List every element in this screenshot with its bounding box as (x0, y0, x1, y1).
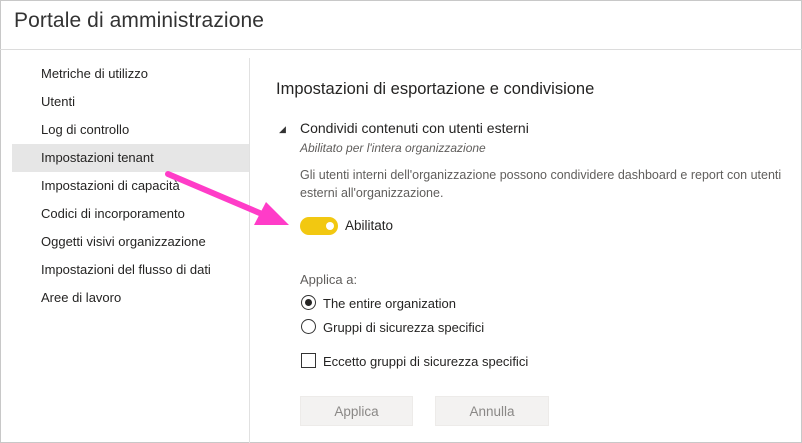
sidebar-item-capacity-settings[interactable]: Impostazioni di capacità (12, 172, 249, 200)
sidebar-item-workspaces[interactable]: Aree di lavoro (12, 284, 249, 312)
page-title: Portale di amministrazione (14, 9, 265, 32)
toggle-knob (326, 222, 334, 230)
sidebar-item-tenant-settings[interactable]: Impostazioni tenant (12, 144, 249, 172)
setting-description: Gli utenti interni dell'organizzazione p… (300, 168, 782, 200)
radio-label-entire-organization[interactable]: The entire organization (323, 296, 456, 311)
section-title: Impostazioni di esportazione e condivisi… (276, 80, 595, 98)
setting-title: Condividi contenuti con utenti esterni (300, 120, 529, 136)
triangle-down-icon[interactable]: ◢ (279, 124, 286, 135)
apply-to-label: Applica a: (300, 272, 358, 287)
header-divider (0, 49, 802, 50)
cancel-button[interactable]: Annulla (435, 396, 549, 426)
setting-status: Abilitato per l'intera organizzazione (300, 141, 486, 155)
radio-specific-security-groups[interactable] (301, 319, 316, 334)
except-groups-label[interactable]: Eccetto gruppi di sicurezza specifici (323, 354, 528, 369)
sidebar-item-usage-metrics[interactable]: Metriche di utilizzo (12, 60, 249, 88)
apply-button[interactable]: Applica (300, 396, 413, 426)
sidebar-nav: Metriche di utilizzo Utenti Log di contr… (12, 60, 249, 312)
sidebar-item-organization-visuals[interactable]: Oggetti visivi organizzazione (12, 228, 249, 256)
radio-entire-organization[interactable] (301, 295, 316, 310)
toggle-label: Abilitato (345, 218, 394, 233)
sidebar-item-users[interactable]: Utenti (12, 88, 249, 116)
radio-label-specific-security-groups[interactable]: Gruppi di sicurezza specifici (323, 320, 484, 335)
sidebar-item-audit-logs[interactable]: Log di controllo (12, 116, 249, 144)
sidebar-divider (249, 58, 250, 443)
sidebar-item-embed-codes[interactable]: Codici di incorporamento (12, 200, 249, 228)
enabled-toggle[interactable] (300, 217, 338, 235)
sidebar-item-dataflow-settings[interactable]: Impostazioni del flusso di dati (12, 256, 249, 284)
except-groups-checkbox[interactable] (301, 353, 316, 368)
